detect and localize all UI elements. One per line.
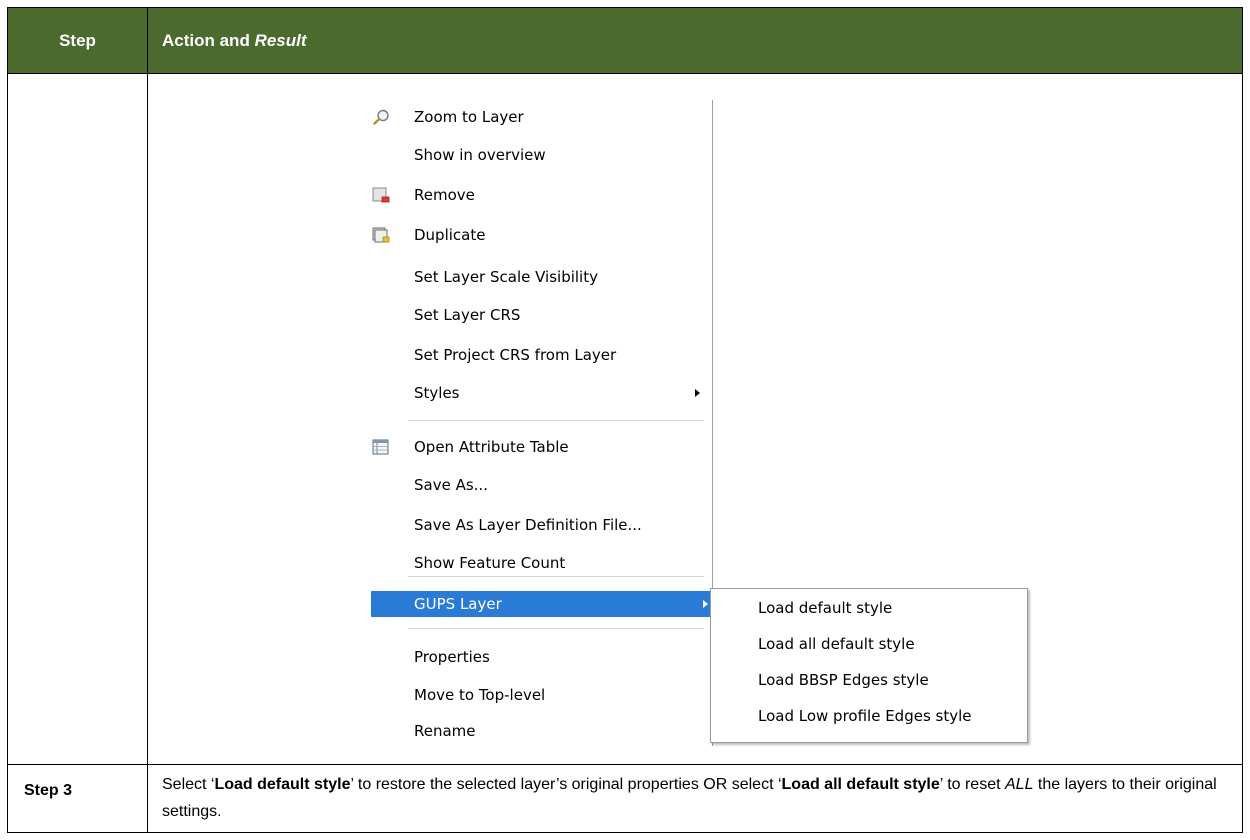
menu-item-save-as-layer-definition[interactable]: Save As Layer Definition File... — [364, 512, 704, 538]
submenu-arrow-icon — [695, 389, 700, 397]
gups-layer-submenu: Load default style Load all default styl… — [710, 588, 1028, 743]
duplicate-layer-icon — [372, 227, 390, 243]
row-divider — [8, 764, 1242, 765]
menu-item-show-in-overview[interactable]: Show in overview — [364, 142, 704, 168]
menu-item-gups-layer[interactable]: GUPS Layer — [371, 591, 712, 617]
menu-item-set-project-crs-from-layer[interactable]: Set Project CRS from Layer — [364, 342, 704, 368]
attribute-table-icon — [372, 439, 389, 455]
column-divider — [147, 74, 148, 832]
table-header-row: Step Action and Result — [8, 8, 1242, 74]
header-result-label: Result — [254, 31, 307, 50]
remove-layer-icon — [372, 187, 390, 203]
menu-item-open-attribute-table[interactable]: Open Attribute Table — [364, 434, 704, 460]
menu-item-save-as[interactable]: Save As... — [364, 472, 704, 498]
layer-context-menu: Zoom to Layer Show in overview Remove Du… — [364, 100, 714, 746]
menu-item-rename[interactable]: Rename — [364, 718, 704, 744]
menu-item-move-to-top-level[interactable]: Move to Top-level — [364, 682, 704, 708]
menu-item-duplicate[interactable]: Duplicate — [364, 222, 704, 248]
menu-item-properties[interactable]: Properties — [364, 644, 704, 670]
all-emphasis: ALL — [1005, 776, 1034, 793]
menu-item-styles[interactable]: Styles — [364, 380, 704, 406]
header-step: Step — [59, 31, 96, 50]
submenu-arrow-icon — [703, 600, 708, 608]
menu-item-show-feature-count[interactable]: Show Feature Count — [364, 550, 704, 576]
submenu-item-load-default-style[interactable]: Load default style — [711, 593, 1027, 623]
menu-item-zoom-to-layer[interactable]: Zoom to Layer — [364, 104, 704, 130]
submenu-item-load-bbsp-edges-style[interactable]: Load BBSP Edges style — [711, 665, 1027, 695]
step-instructions: Select ‘Load default style’ to restore t… — [162, 776, 1217, 820]
load-all-default-style-ref: Load all default style — [781, 776, 940, 793]
menu-item-set-layer-crs[interactable]: Set Layer CRS — [364, 302, 704, 328]
load-default-style-ref: Load default style — [214, 776, 351, 793]
menu-item-remove[interactable]: Remove — [364, 182, 704, 208]
menu-separator — [408, 628, 704, 629]
menu-item-set-layer-scale-visibility[interactable]: Set Layer Scale Visibility — [364, 264, 704, 290]
step-number: Step 3 — [24, 782, 73, 799]
zoom-icon — [373, 109, 389, 125]
header-action-label: Action and — [162, 31, 255, 50]
submenu-item-load-all-default-style[interactable]: Load all default style — [711, 629, 1027, 659]
header-action-result: Action and Result — [162, 8, 307, 73]
menu-separator — [408, 576, 704, 577]
menu-separator — [408, 420, 704, 421]
submenu-item-load-low-profile-edges-style[interactable]: Load Low profile Edges style — [711, 701, 1027, 731]
